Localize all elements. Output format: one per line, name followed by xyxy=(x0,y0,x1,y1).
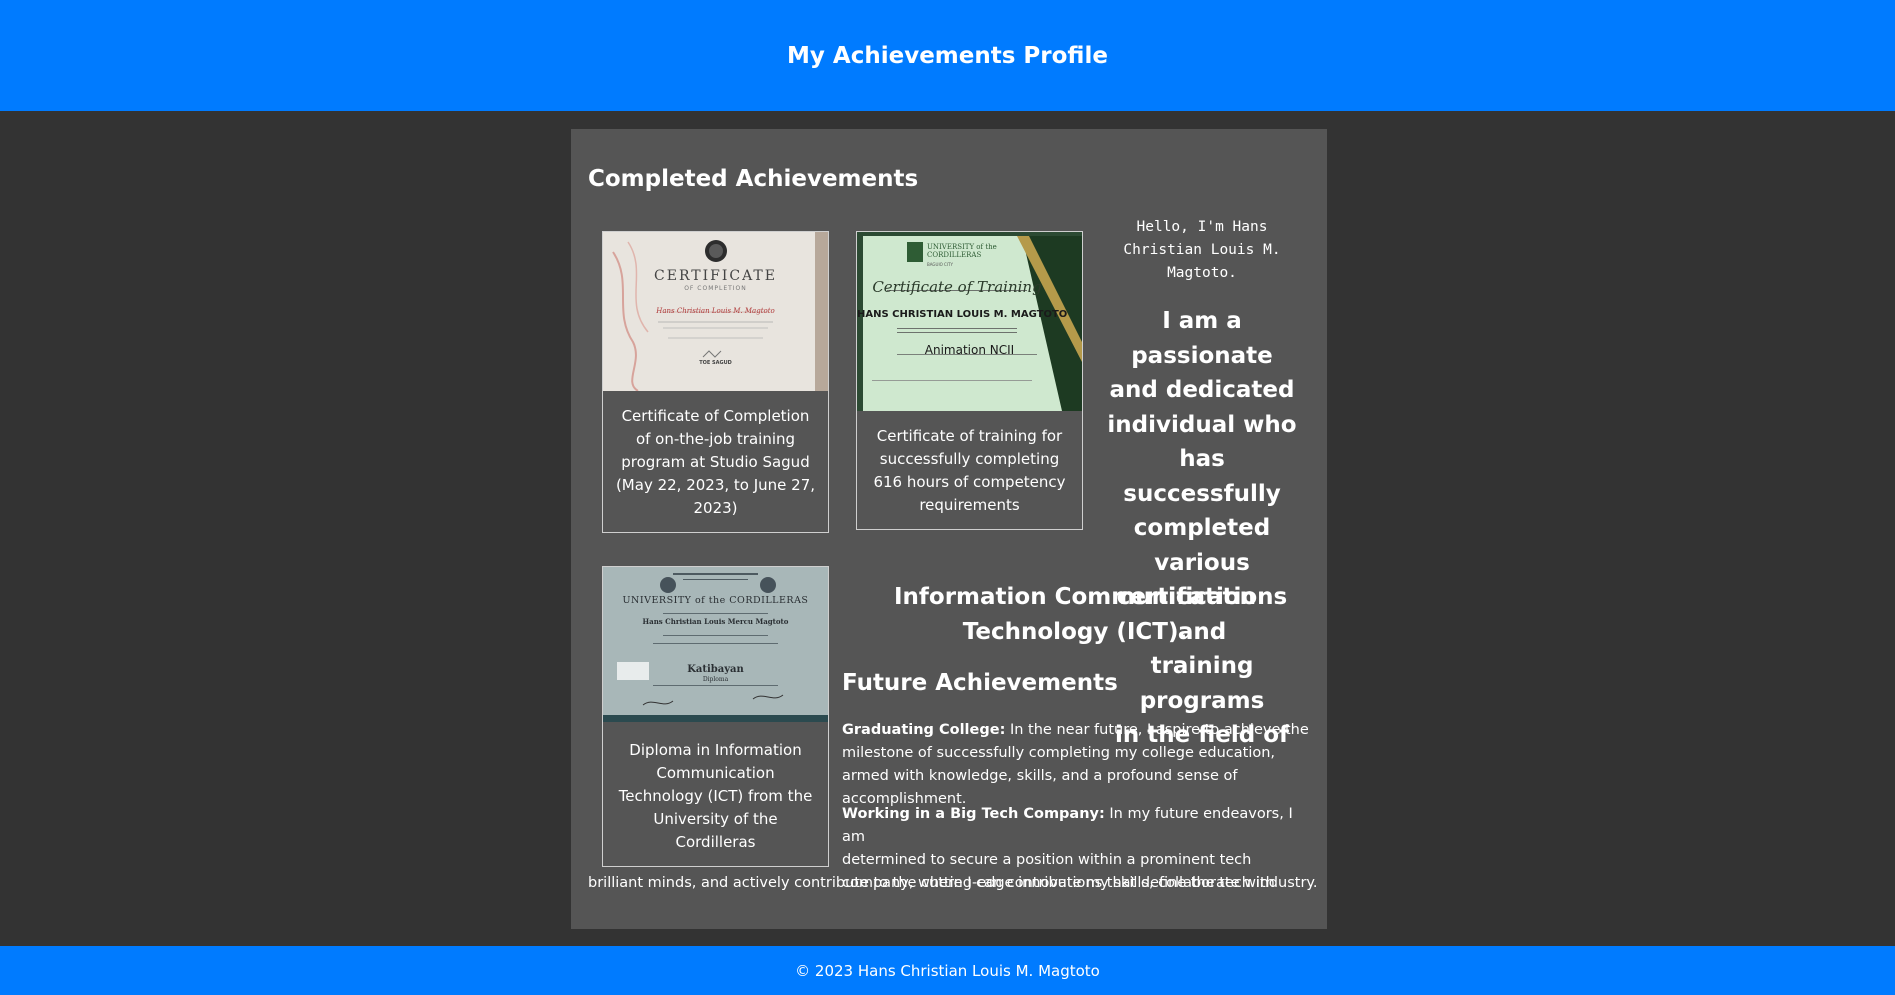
diploma-university-text: UNIVERSITY of the CORDILLERAS xyxy=(622,595,809,606)
future-achievements-heading: Future Achievements xyxy=(842,670,1118,696)
cert-title-text: Certificate of Training xyxy=(872,278,1042,296)
future-item-label: Graduating College: xyxy=(842,722,1006,738)
intro-statement: I am a passionate and dedicated individu… xyxy=(1092,304,1312,753)
certificate-caption: Certificate of training for successfully… xyxy=(873,427,1066,514)
certificate-card-completion: CERTIFICATE OF COMPLETION Hans Christian… xyxy=(602,231,829,533)
intro-statement-tail: Information Communication Technology (IC… xyxy=(893,584,1257,645)
page-title: My Achievements Profile xyxy=(787,42,1108,69)
diploma-katibayan-text: Katibayan xyxy=(687,664,744,675)
statement-line: training programs xyxy=(1139,653,1265,714)
future-item-graduating: Graduating College: In the near future, … xyxy=(842,719,1312,811)
future-item-text: brilliant minds, and actively contribute… xyxy=(588,875,1318,891)
page-footer: © 2023 Hans Christian Louis M. Magtoto xyxy=(0,946,1895,995)
cert-city-text: BAGUIO CITY xyxy=(927,262,953,267)
diploma-caption: Diploma in Information Communication Tec… xyxy=(618,741,813,851)
certificate-of-training-image: UNIVERSITY of the CORDILLERAS BAGUIO CIT… xyxy=(857,232,1082,411)
certificate-card-training: UNIVERSITY of the CORDILLERAS BAGUIO CIT… xyxy=(856,231,1083,530)
intro-greeting: Hello, I'm Hans Christian Louis M. Magto… xyxy=(1123,219,1281,281)
certificate-caption: Certificate of Completion of on-the-job … xyxy=(615,407,816,517)
page-header: My Achievements Profile xyxy=(0,0,1895,111)
cert-course-text: Animation NCII xyxy=(924,343,1015,357)
future-item-label: Working in a Big Tech Company: xyxy=(842,806,1105,822)
diploma-image: UNIVERSITY of the CORDILLERAS Hans Chris… xyxy=(603,567,828,722)
diploma-label-text: Diploma xyxy=(702,676,729,683)
cert-name-text: HANS CHRISTIAN LOUIS M. MAGTOTO xyxy=(857,309,1068,320)
diploma-name-text: Hans Christian Louis Mercu Magtoto xyxy=(642,617,789,626)
cert-subtitle-text: OF COMPLETION xyxy=(684,285,747,292)
certificate-of-completion-image: CERTIFICATE OF COMPLETION Hans Christian… xyxy=(603,232,828,391)
statement-line: successfully xyxy=(1123,480,1281,507)
cert-signatory-text: TOE SAGUD xyxy=(699,360,732,366)
cert-university-text: UNIVERSITY of the CORDILLERAS xyxy=(927,243,997,259)
statement-line: and dedicated xyxy=(1109,377,1295,403)
cert-title-text: CERTIFICATE xyxy=(654,268,777,284)
statement-line: I am a passionate xyxy=(1131,308,1273,369)
statement-line: completed various xyxy=(1133,515,1271,576)
cert-name-text: Hans Christian Louis M. Magtoto xyxy=(656,307,775,315)
copyright-text: © 2023 Hans Christian Louis M. Magtoto xyxy=(795,961,1100,980)
completed-achievements-heading: Completed Achievements xyxy=(588,166,919,192)
diploma-card: UNIVERSITY of the CORDILLERAS Hans Chris… xyxy=(602,566,829,867)
future-item-text: determined to secure a position within a… xyxy=(842,852,1252,868)
statement-line: individual who has xyxy=(1107,411,1297,473)
